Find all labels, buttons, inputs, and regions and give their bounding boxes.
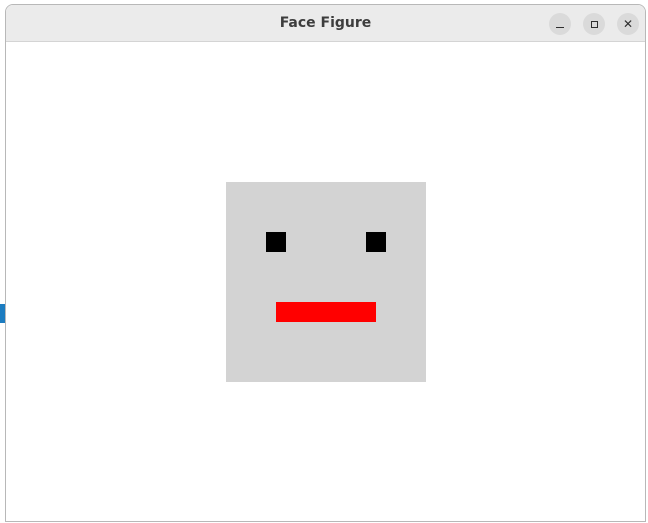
app-window: Face Figure ✕ [5,4,646,522]
title-bar[interactable]: Face Figure ✕ [6,5,645,42]
mouth [276,302,376,322]
left-eye [266,232,286,252]
desktop: Face Figure ✕ [0,0,648,523]
face-square [226,182,426,382]
close-button[interactable]: ✕ [617,13,639,35]
minimize-icon [556,26,564,28]
right-eye [366,232,386,252]
maximize-icon [590,20,598,28]
maximize-button[interactable] [583,13,605,35]
canvas-area [6,42,645,521]
minimize-button[interactable] [549,13,571,35]
close-icon: ✕ [622,17,634,31]
